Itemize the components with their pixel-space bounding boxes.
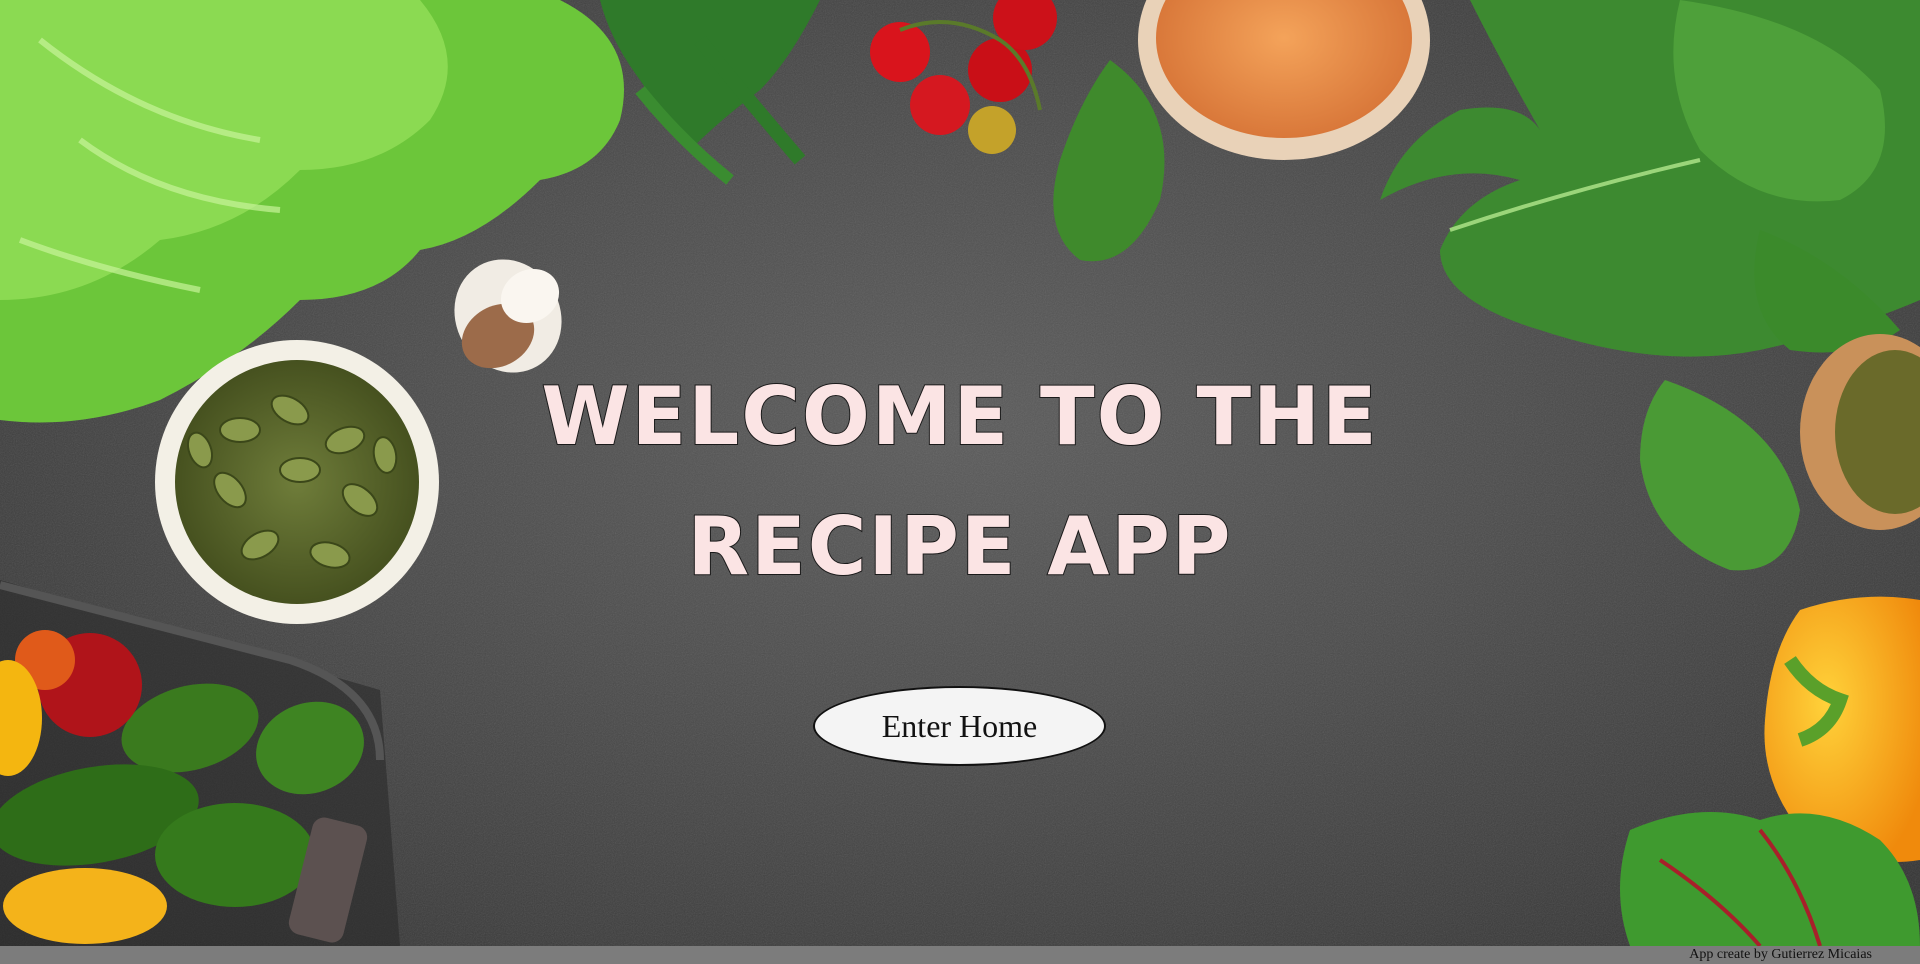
footer: App create by Gutierrez Micaias: [0, 946, 1920, 964]
welcome-title: WELCOME TO THE RECIPE APP: [460, 352, 1460, 612]
landing-page: WELCOME TO THE RECIPE APP Enter Home App…: [0, 0, 1920, 964]
enter-home-button[interactable]: Enter Home: [813, 686, 1106, 766]
welcome-title-line1: WELCOME TO THE: [540, 369, 1379, 464]
hero-section: WELCOME TO THE RECIPE APP Enter Home: [0, 0, 1920, 946]
footer-credit: App create by Gutierrez Micaias: [1689, 947, 1872, 962]
welcome-title-line2: RECIPE APP: [686, 499, 1233, 594]
pumpkin-seeds-bowl-image: [155, 340, 439, 624]
